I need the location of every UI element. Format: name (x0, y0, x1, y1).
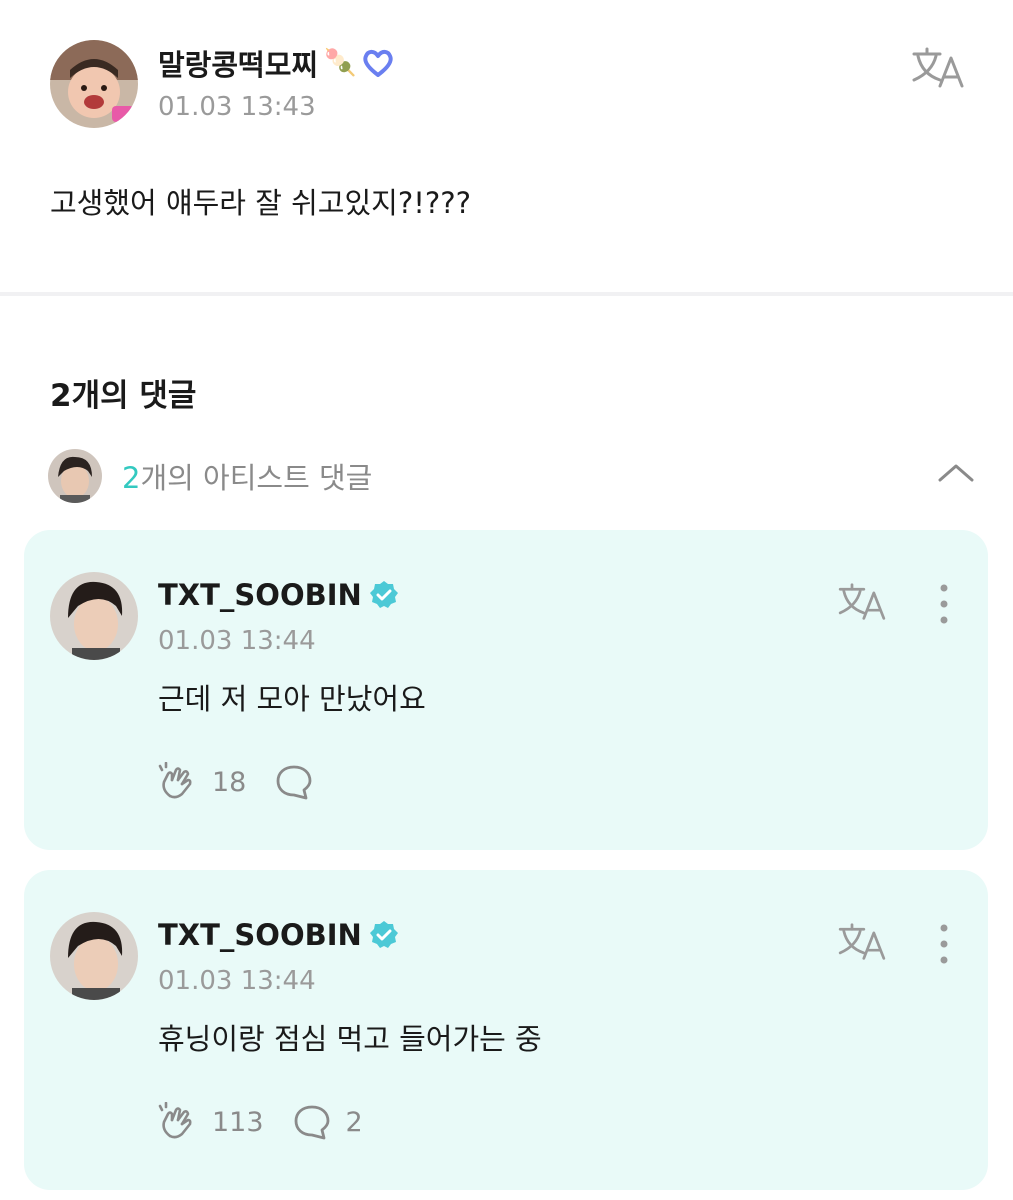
translate-icon[interactable] (910, 46, 966, 90)
comment-body-text: 근데 저 모아 만났어요 (158, 682, 426, 716)
comment-author-label: TXT_SOOBIN (158, 578, 362, 612)
chevron-up-icon[interactable] (934, 458, 978, 488)
cheer-hand-icon[interactable] (158, 761, 198, 802)
more-vertical-icon[interactable] (932, 922, 956, 966)
comment-timestamp: 01.03 13:44 (158, 626, 316, 656)
comment-timestamp: 01.03 13:44 (158, 966, 316, 996)
speech-bubble-icon[interactable] (274, 762, 314, 802)
cheer-hand-icon[interactable] (158, 1101, 198, 1142)
comment-author-avatar[interactable] (50, 572, 138, 660)
speech-bubble-icon[interactable] (292, 1102, 332, 1142)
translate-icon[interactable] (836, 582, 888, 622)
comment-actions: 18 (158, 761, 356, 802)
post-detail-screen: 말랑콩떡모찌 🍡 01.03 13:43 고생했어 얘두라 잘 쉬고있지?!??… (0, 0, 1013, 1200)
comment-card: TXT_SOOBIN 01.03 13:44 휴닝이랑 점심 먹고 들어가는 중 (24, 870, 988, 1190)
comment-author-name[interactable]: TXT_SOOBIN (158, 578, 400, 612)
artist-avatar (48, 449, 102, 503)
artist-comments-label: 2개의 아티스트 댓글 (122, 455, 372, 497)
post-author-name[interactable]: 말랑콩떡모찌 🍡 (158, 42, 394, 84)
comment-actions: 113 2 (158, 1101, 391, 1142)
like-count: 113 (212, 1106, 264, 1138)
comment-author-name[interactable]: TXT_SOOBIN (158, 918, 400, 952)
post-timestamp: 01.03 13:43 (158, 92, 316, 122)
verified-badge-icon (368, 579, 400, 611)
artist-comments-count: 2 (122, 461, 141, 495)
artist-comments-text: 개의 아티스트 댓글 (140, 461, 373, 495)
artist-comments-toggle[interactable]: 2개의 아티스트 댓글 (48, 448, 978, 504)
section-divider (0, 292, 1013, 296)
comment-author-label: TXT_SOOBIN (158, 918, 362, 952)
post-author-avatar[interactable] (50, 40, 138, 128)
more-vertical-icon[interactable] (932, 582, 956, 626)
verified-badge-icon (368, 919, 400, 951)
comments-count-heading: 2개의 댓글 (50, 378, 197, 414)
dango-emoji-icon: 🍡 (324, 48, 357, 78)
comment-card: TXT_SOOBIN 01.03 13:44 근데 저 모아 만났어요 18 (24, 530, 988, 850)
translate-icon[interactable] (836, 922, 888, 962)
comment-body-text: 휴닝이랑 점심 먹고 들어가는 중 (158, 1022, 542, 1056)
post-author-label: 말랑콩떡모찌 (158, 48, 319, 82)
heart-badge-icon (362, 48, 394, 78)
reply-count: 2 (345, 1106, 363, 1138)
post-body-text: 고생했어 얘두라 잘 쉬고있지?!??? (50, 186, 472, 220)
like-count: 18 (212, 766, 247, 798)
comment-author-avatar[interactable] (50, 912, 138, 1000)
